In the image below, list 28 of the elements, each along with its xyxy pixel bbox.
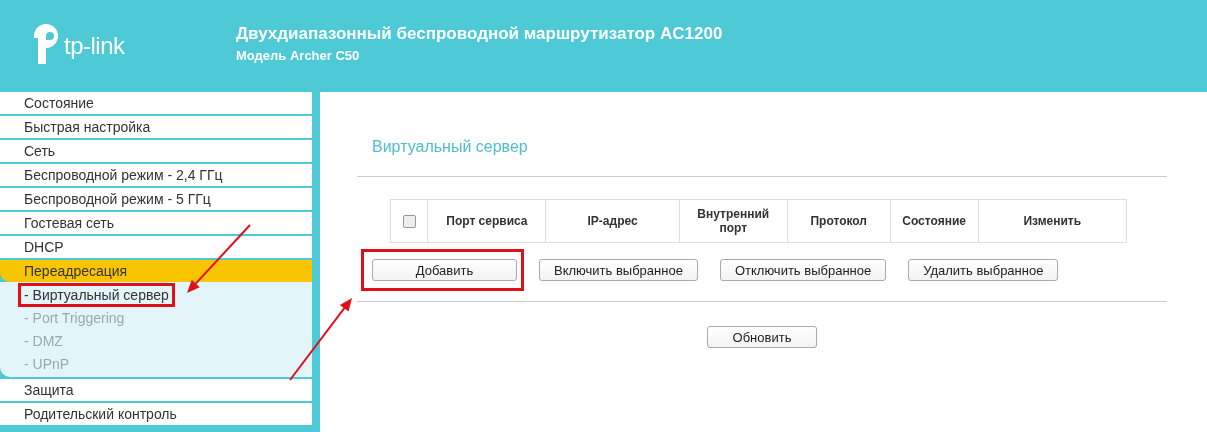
action-button[interactable]: Добавить (372, 259, 517, 281)
menu-item[interactable]: Беспроводной режим - 5 ГГц (0, 188, 312, 210)
menu-item[interactable]: Быстрая настройка (0, 116, 312, 138)
menu-item[interactable]: Защита (0, 379, 312, 401)
menu-item[interactable]: Состояние (0, 92, 312, 114)
menu-item[interactable]: Гостевая сеть (0, 212, 312, 234)
router-title: Двухдиапазонный беспроводной маршрутизатор AC1200 (236, 23, 723, 44)
menu-item[interactable]: Родительский контроль (0, 403, 312, 425)
menu-item[interactable]: Беспроводной режим - 2,4 ГГц (0, 164, 312, 186)
column-header: Порт сервиса (446, 214, 528, 228)
refresh-button[interactable]: Обновить (707, 326, 817, 348)
menu-item[interactable]: Сеть (0, 140, 312, 162)
column-header: Внутренний порт (697, 207, 770, 235)
model-name: Модель Archer C50 (236, 47, 361, 63)
column-header: Состояние (902, 214, 966, 228)
menu-item[interactable]: Переадресация (0, 260, 312, 282)
submenu-item[interactable]: - Виртуальный сервер (18, 282, 175, 307)
action-button[interactable]: Включить выбранное (539, 259, 698, 281)
logo-text: tp-link (64, 32, 125, 60)
column-header: IP-адрес (587, 214, 638, 228)
select-all-checkbox[interactable] (402, 215, 416, 229)
action-button[interactable]: Удалить выбранное (908, 259, 1059, 281)
page-title: Виртуальный сервер (372, 138, 529, 156)
annotation-arrow (187, 224, 251, 293)
column-header: Протокол (810, 214, 867, 228)
column-header: Изменить (1023, 214, 1082, 228)
menu-item[interactable]: DHCP (0, 236, 312, 258)
action-button[interactable]: Отключить выбранное (719, 259, 887, 281)
